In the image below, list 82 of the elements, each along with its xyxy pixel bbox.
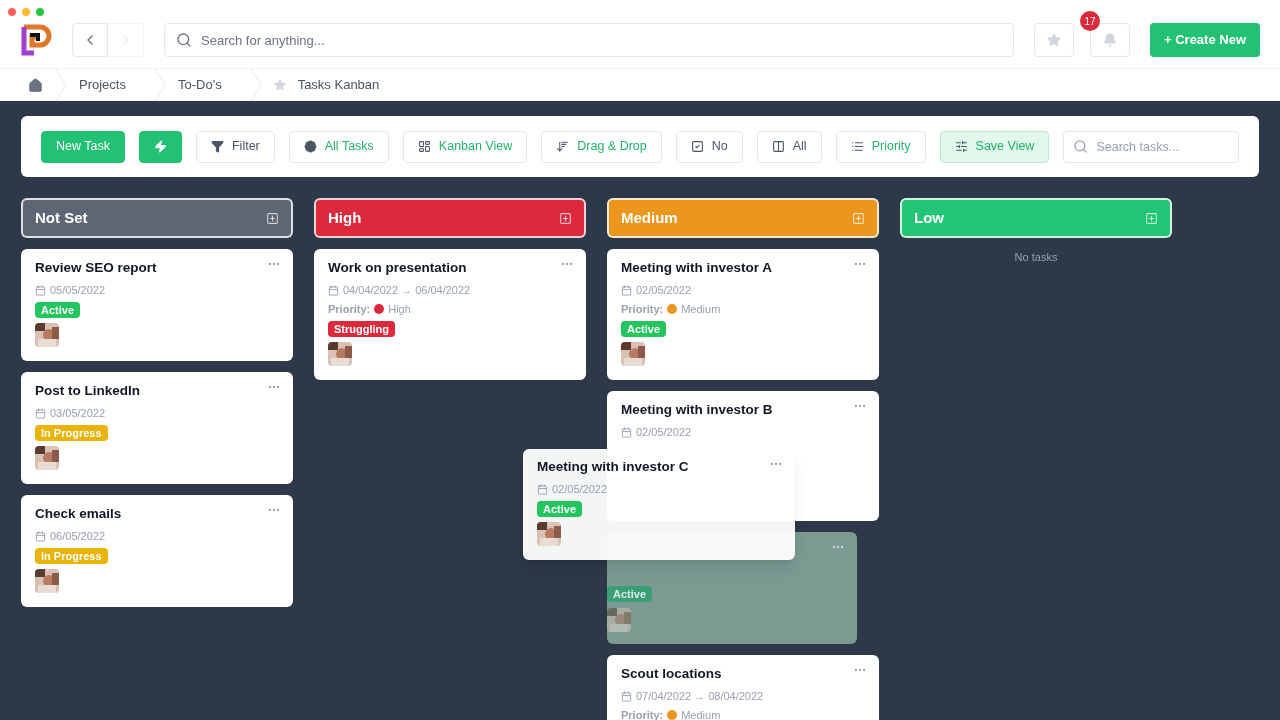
add-icon[interactable]	[559, 211, 572, 225]
task-title: Meeting with investor A	[621, 259, 773, 277]
add-icon[interactable]	[852, 211, 865, 225]
task-title: Check emails	[35, 505, 123, 523]
breadcrumb-link[interactable]: Projects	[79, 75, 126, 95]
home-icon[interactable]	[28, 77, 43, 93]
task-title: Meeting with investor B	[621, 401, 774, 419]
sliders-icon	[954, 140, 968, 153]
status-tag: Active	[35, 302, 81, 318]
checkbox-icon	[690, 140, 704, 153]
toolbar-button[interactable]: Filter	[195, 130, 275, 163]
star-icon	[1047, 33, 1061, 47]
calendar-icon	[621, 426, 632, 438]
column-title: Medium	[621, 207, 678, 228]
status-tag: Struggling	[328, 321, 395, 337]
task-card[interactable]: Check emails 06/05/2022 In Progress	[21, 495, 293, 607]
back-button[interactable]	[72, 23, 108, 57]
favorites-button[interactable]	[1034, 23, 1074, 57]
search-icon	[176, 32, 192, 48]
check-badge-icon	[303, 140, 317, 153]
status-tag: In Progress	[35, 425, 108, 441]
calendar-icon	[35, 530, 46, 542]
status-tag: Active	[621, 321, 667, 337]
calendar-icon	[35, 407, 46, 419]
breadcrumb-link[interactable]: To-Do's	[177, 75, 222, 95]
task-title: Post to LinkedIn	[35, 382, 141, 400]
priority-value: Medium	[681, 302, 721, 316]
task-title: Meeting with investor C	[537, 458, 690, 476]
notification-badge: 17	[1080, 11, 1100, 31]
calendar-icon	[35, 284, 46, 296]
task-date: 02/05/2022	[636, 283, 692, 297]
star-icon[interactable]	[273, 79, 286, 91]
task-card[interactable]: Post to LinkedIn 03/05/2022 In Progress	[21, 372, 293, 484]
priority-label: Priority:	[328, 302, 371, 316]
priority-value: Medium	[681, 708, 721, 720]
grid-icon	[417, 140, 431, 153]
task-title: Scout locations	[621, 665, 723, 683]
add-icon[interactable]	[1145, 211, 1158, 225]
task-card[interactable]: Meeting with investor A 02/05/2022 Priority: Medium Active	[607, 249, 879, 380]
bell-icon	[1103, 33, 1117, 47]
priority-label: Priority:	[621, 302, 664, 316]
dragged-task-card[interactable]: Meeting with investor C 02/05/2022 Active	[523, 449, 795, 560]
toolbar-button[interactable]: All	[756, 130, 822, 163]
task-card[interactable]: Review SEO report 05/05/2022 Active	[21, 249, 293, 361]
add-icon[interactable]	[266, 211, 279, 225]
status-tag: In Progress	[35, 548, 108, 564]
task-date: 07/04/2022 → 08/04/2022	[636, 689, 764, 703]
column-title: Not Set	[35, 207, 88, 228]
task-date: 02/05/2022	[552, 482, 608, 496]
calendar-icon	[328, 284, 339, 296]
column-title: Low	[914, 207, 944, 228]
list-icon	[850, 140, 864, 153]
column-title: High	[328, 207, 362, 228]
task-date: 02/05/2022	[636, 425, 692, 439]
status-tag: Active	[537, 501, 583, 517]
priority-value: High	[388, 302, 411, 316]
calendar-icon	[621, 284, 632, 296]
breadcrumb-chevron-icon	[153, 69, 166, 101]
sort-icon	[556, 140, 570, 153]
task-date: 04/04/2022 → 06/04/2022	[343, 283, 471, 297]
task-date: 03/05/2022	[50, 406, 106, 420]
bolt-icon	[153, 140, 167, 153]
empty-message: No tasks	[1013, 250, 1059, 265]
calendar-icon	[621, 690, 632, 702]
task-card[interactable]: Work on presentation 04/04/2022 → 06/04/2022 Priority: High Struggling	[314, 249, 586, 380]
task-title: Review SEO report	[35, 259, 158, 277]
breadcrumb-link[interactable]: Tasks Kanban	[297, 75, 380, 95]
columns-icon	[771, 140, 785, 153]
breadcrumb-chevron-icon	[55, 69, 67, 101]
task-search-field[interactable]: Search tasks...	[1063, 130, 1239, 163]
bolt-button[interactable]	[138, 130, 182, 163]
task-date: 06/05/2022	[50, 529, 106, 543]
calendar-icon	[537, 483, 548, 495]
logo[interactable]	[20, 23, 52, 57]
status-tag: Active	[607, 586, 653, 602]
task-title: Work on presentation	[328, 259, 468, 277]
filter-icon	[210, 140, 224, 153]
toolbar-button[interactable]: No	[675, 130, 743, 163]
breadcrumb-chevron-icon	[249, 69, 262, 101]
task-date: 05/05/2022	[50, 283, 106, 297]
search-icon	[1073, 139, 1089, 154]
search-field[interactable]: Search for anything...	[164, 23, 1014, 57]
